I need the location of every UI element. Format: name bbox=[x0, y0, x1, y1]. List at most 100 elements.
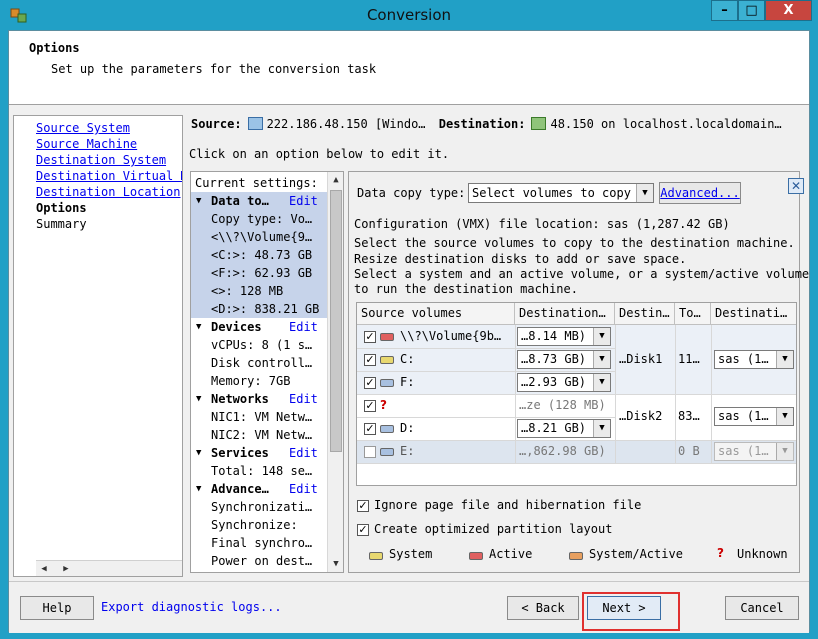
wizard-nav: Source System Source Machine Destination… bbox=[13, 115, 183, 577]
destination-size-select[interactable]: …2.93 GB) ▼ bbox=[517, 373, 611, 392]
settings-item: vCPUs: 8 (1 s… bbox=[211, 338, 313, 352]
disk3-total: 0 B bbox=[678, 444, 700, 458]
scroll-right-icon[interactable]: ▶ bbox=[58, 561, 74, 576]
column-header-destination-disk[interactable]: Destin… bbox=[615, 303, 675, 325]
disk1-total: 11… bbox=[678, 352, 700, 366]
ignore-page-file-checkbox[interactable]: ✓ bbox=[357, 500, 369, 512]
source-destination-line: Source: 222.186.48.150 [Windo… Destinatio… bbox=[191, 117, 782, 131]
settings-item: Final synchro… bbox=[211, 536, 313, 550]
conversion-window: Conversion – □ X Options Set up the para… bbox=[0, 0, 818, 639]
config-file-location: Configuration (VMX) file location: sas (… bbox=[354, 217, 730, 231]
destination-size-select[interactable]: …8.14 MB) ▼ bbox=[517, 327, 611, 346]
volume-checkbox[interactable]: ✓ bbox=[364, 377, 376, 389]
nav-source-machine[interactable]: Source Machine bbox=[36, 136, 137, 152]
scroll-up-icon[interactable]: ▲ bbox=[328, 172, 343, 188]
active-legend-icon bbox=[469, 552, 483, 560]
window-title: Conversion bbox=[366, 6, 452, 24]
nav-destination-system[interactable]: Destination System bbox=[36, 152, 166, 168]
collapse-icon[interactable]: ▼ bbox=[196, 444, 201, 462]
scroll-left-icon[interactable]: ◀ bbox=[36, 561, 52, 576]
nav-destination-virtual-machine[interactable]: Destination Virtual M bbox=[36, 168, 182, 184]
edit-networks-link[interactable]: Edit bbox=[289, 390, 318, 408]
table-row[interactable]: E: bbox=[357, 440, 515, 463]
settings-vertical-scrollbar[interactable]: ▲ ▼ bbox=[327, 172, 343, 572]
disk2-datastore-select[interactable]: sas (1… ▼ bbox=[714, 407, 794, 426]
page-subtitle: Set up the parameters for the conversion… bbox=[51, 62, 377, 76]
system-volume-icon bbox=[380, 356, 394, 364]
collapse-icon[interactable]: ▼ bbox=[196, 390, 201, 408]
column-header-total[interactable]: To… bbox=[675, 303, 711, 325]
table-row[interactable]: ✓ \\?\Volume{9b… bbox=[357, 325, 515, 348]
unknown-legend-icon: ? bbox=[717, 546, 724, 560]
data-copy-type-label: Data copy type: bbox=[357, 186, 466, 200]
settings-section-data[interactable]: ▼ Data to… Edit bbox=[191, 192, 327, 210]
minimize-button[interactable]: – bbox=[711, 0, 738, 21]
edit-advanced-link[interactable]: Edit bbox=[289, 480, 318, 498]
options-detail-panel: ✕ Data copy type: Select volumes to copy… bbox=[348, 171, 809, 573]
edit-services-link[interactable]: Edit bbox=[289, 444, 318, 462]
advanced-button[interactable]: Advanced... bbox=[659, 182, 741, 204]
ignore-page-file-label[interactable]: Ignore page file and hibernation file bbox=[374, 498, 641, 512]
destination-size-select[interactable]: …8.73 GB) ▼ bbox=[517, 350, 611, 369]
export-diagnostic-logs-link[interactable]: Export diagnostic logs... bbox=[101, 600, 282, 614]
disk2-total: 83… bbox=[678, 409, 700, 423]
column-header-source-volumes[interactable]: Source volumes bbox=[357, 303, 515, 325]
destination-label: Destination: bbox=[438, 117, 526, 131]
nav-horizontal-scrollbar[interactable]: ◀ ▶ bbox=[36, 560, 182, 576]
destination-value: 48.150 on localhost.localdomain… bbox=[550, 117, 782, 131]
current-settings-panel: Current settings: ▼ Data to… Edit Copy typ… bbox=[190, 171, 344, 573]
settings-item: Synchronizati… bbox=[211, 500, 313, 514]
instruction-text: Click on an option below to edit it. bbox=[189, 147, 450, 161]
destination-size-select[interactable]: …8.21 GB) ▼ bbox=[517, 419, 611, 438]
scroll-thumb[interactable] bbox=[330, 190, 342, 452]
disk2-label: …Disk2 bbox=[619, 409, 663, 423]
collapse-icon[interactable]: ▼ bbox=[196, 192, 201, 210]
volume-checkbox[interactable] bbox=[364, 446, 376, 458]
close-panel-icon[interactable]: ✕ bbox=[788, 178, 804, 194]
optimized-layout-label[interactable]: Create optimized partition layout bbox=[374, 522, 612, 536]
legend-system-active: System/Active bbox=[589, 547, 683, 561]
nav-source-system[interactable]: Source System bbox=[36, 120, 130, 136]
optimized-layout-checkbox[interactable]: ✓ bbox=[357, 524, 369, 536]
scroll-down-icon[interactable]: ▼ bbox=[328, 556, 343, 572]
disk3-datastore-select[interactable]: sas (1… ▼ bbox=[714, 442, 794, 461]
volume-checkbox[interactable]: ✓ bbox=[364, 400, 376, 412]
system-legend-icon bbox=[369, 552, 383, 560]
title-bar: Conversion – □ X bbox=[0, 0, 818, 30]
system-active-legend-icon bbox=[569, 552, 583, 560]
settings-item: NIC2: VM Netw… bbox=[211, 428, 313, 442]
cancel-button[interactable]: Cancel bbox=[725, 596, 799, 620]
settings-section-networks[interactable]: ▼ Networks Edit bbox=[191, 390, 327, 408]
collapse-icon[interactable]: ▼ bbox=[196, 480, 201, 498]
volumes-table: Source volumes Destination… Destin… To… … bbox=[356, 302, 797, 486]
back-button[interactable]: < Back bbox=[507, 596, 579, 620]
maximize-button[interactable]: □ bbox=[738, 0, 765, 21]
description-line: Resize destination disks to add or save … bbox=[354, 252, 687, 266]
settings-section-services[interactable]: ▼ Services Edit bbox=[191, 444, 327, 462]
table-row[interactable]: ✓ C: bbox=[357, 348, 515, 371]
volume-checkbox[interactable]: ✓ bbox=[364, 354, 376, 366]
help-button[interactable]: Help bbox=[20, 596, 94, 620]
next-button-highlight bbox=[582, 592, 680, 631]
page-header: Options Set up the parameters for the co… bbox=[9, 31, 809, 105]
data-copy-type-select[interactable]: Select volumes to copy ▼ bbox=[468, 183, 654, 203]
volume-checkbox[interactable]: ✓ bbox=[364, 423, 376, 435]
nav-summary: Summary bbox=[36, 217, 87, 231]
close-button[interactable]: X bbox=[765, 0, 812, 21]
disk1-datastore-select[interactable]: sas (1… ▼ bbox=[714, 350, 794, 369]
column-header-destination-size[interactable]: Destination… bbox=[515, 303, 615, 325]
vm-destination-icon bbox=[531, 117, 547, 130]
settings-section-advanced[interactable]: ▼ Advance… Edit bbox=[191, 480, 327, 498]
table-row[interactable]: ✓ F: bbox=[357, 371, 515, 394]
nav-options: Options bbox=[36, 201, 87, 215]
settings-section-devices[interactable]: ▼ Devices Edit bbox=[191, 318, 327, 336]
table-row[interactable]: ✓ ? bbox=[357, 394, 515, 417]
nav-destination-location[interactable]: Destination Location bbox=[36, 184, 181, 200]
edit-devices-link[interactable]: Edit bbox=[289, 318, 318, 336]
table-row[interactable]: ✓ D: bbox=[357, 417, 515, 440]
edit-data-link[interactable]: Edit bbox=[289, 192, 318, 210]
collapse-icon[interactable]: ▼ bbox=[196, 318, 201, 336]
legend-active: Active bbox=[489, 547, 533, 561]
column-header-destination-datastore[interactable]: Destinati… bbox=[711, 303, 796, 325]
volume-checkbox[interactable]: ✓ bbox=[364, 331, 376, 343]
